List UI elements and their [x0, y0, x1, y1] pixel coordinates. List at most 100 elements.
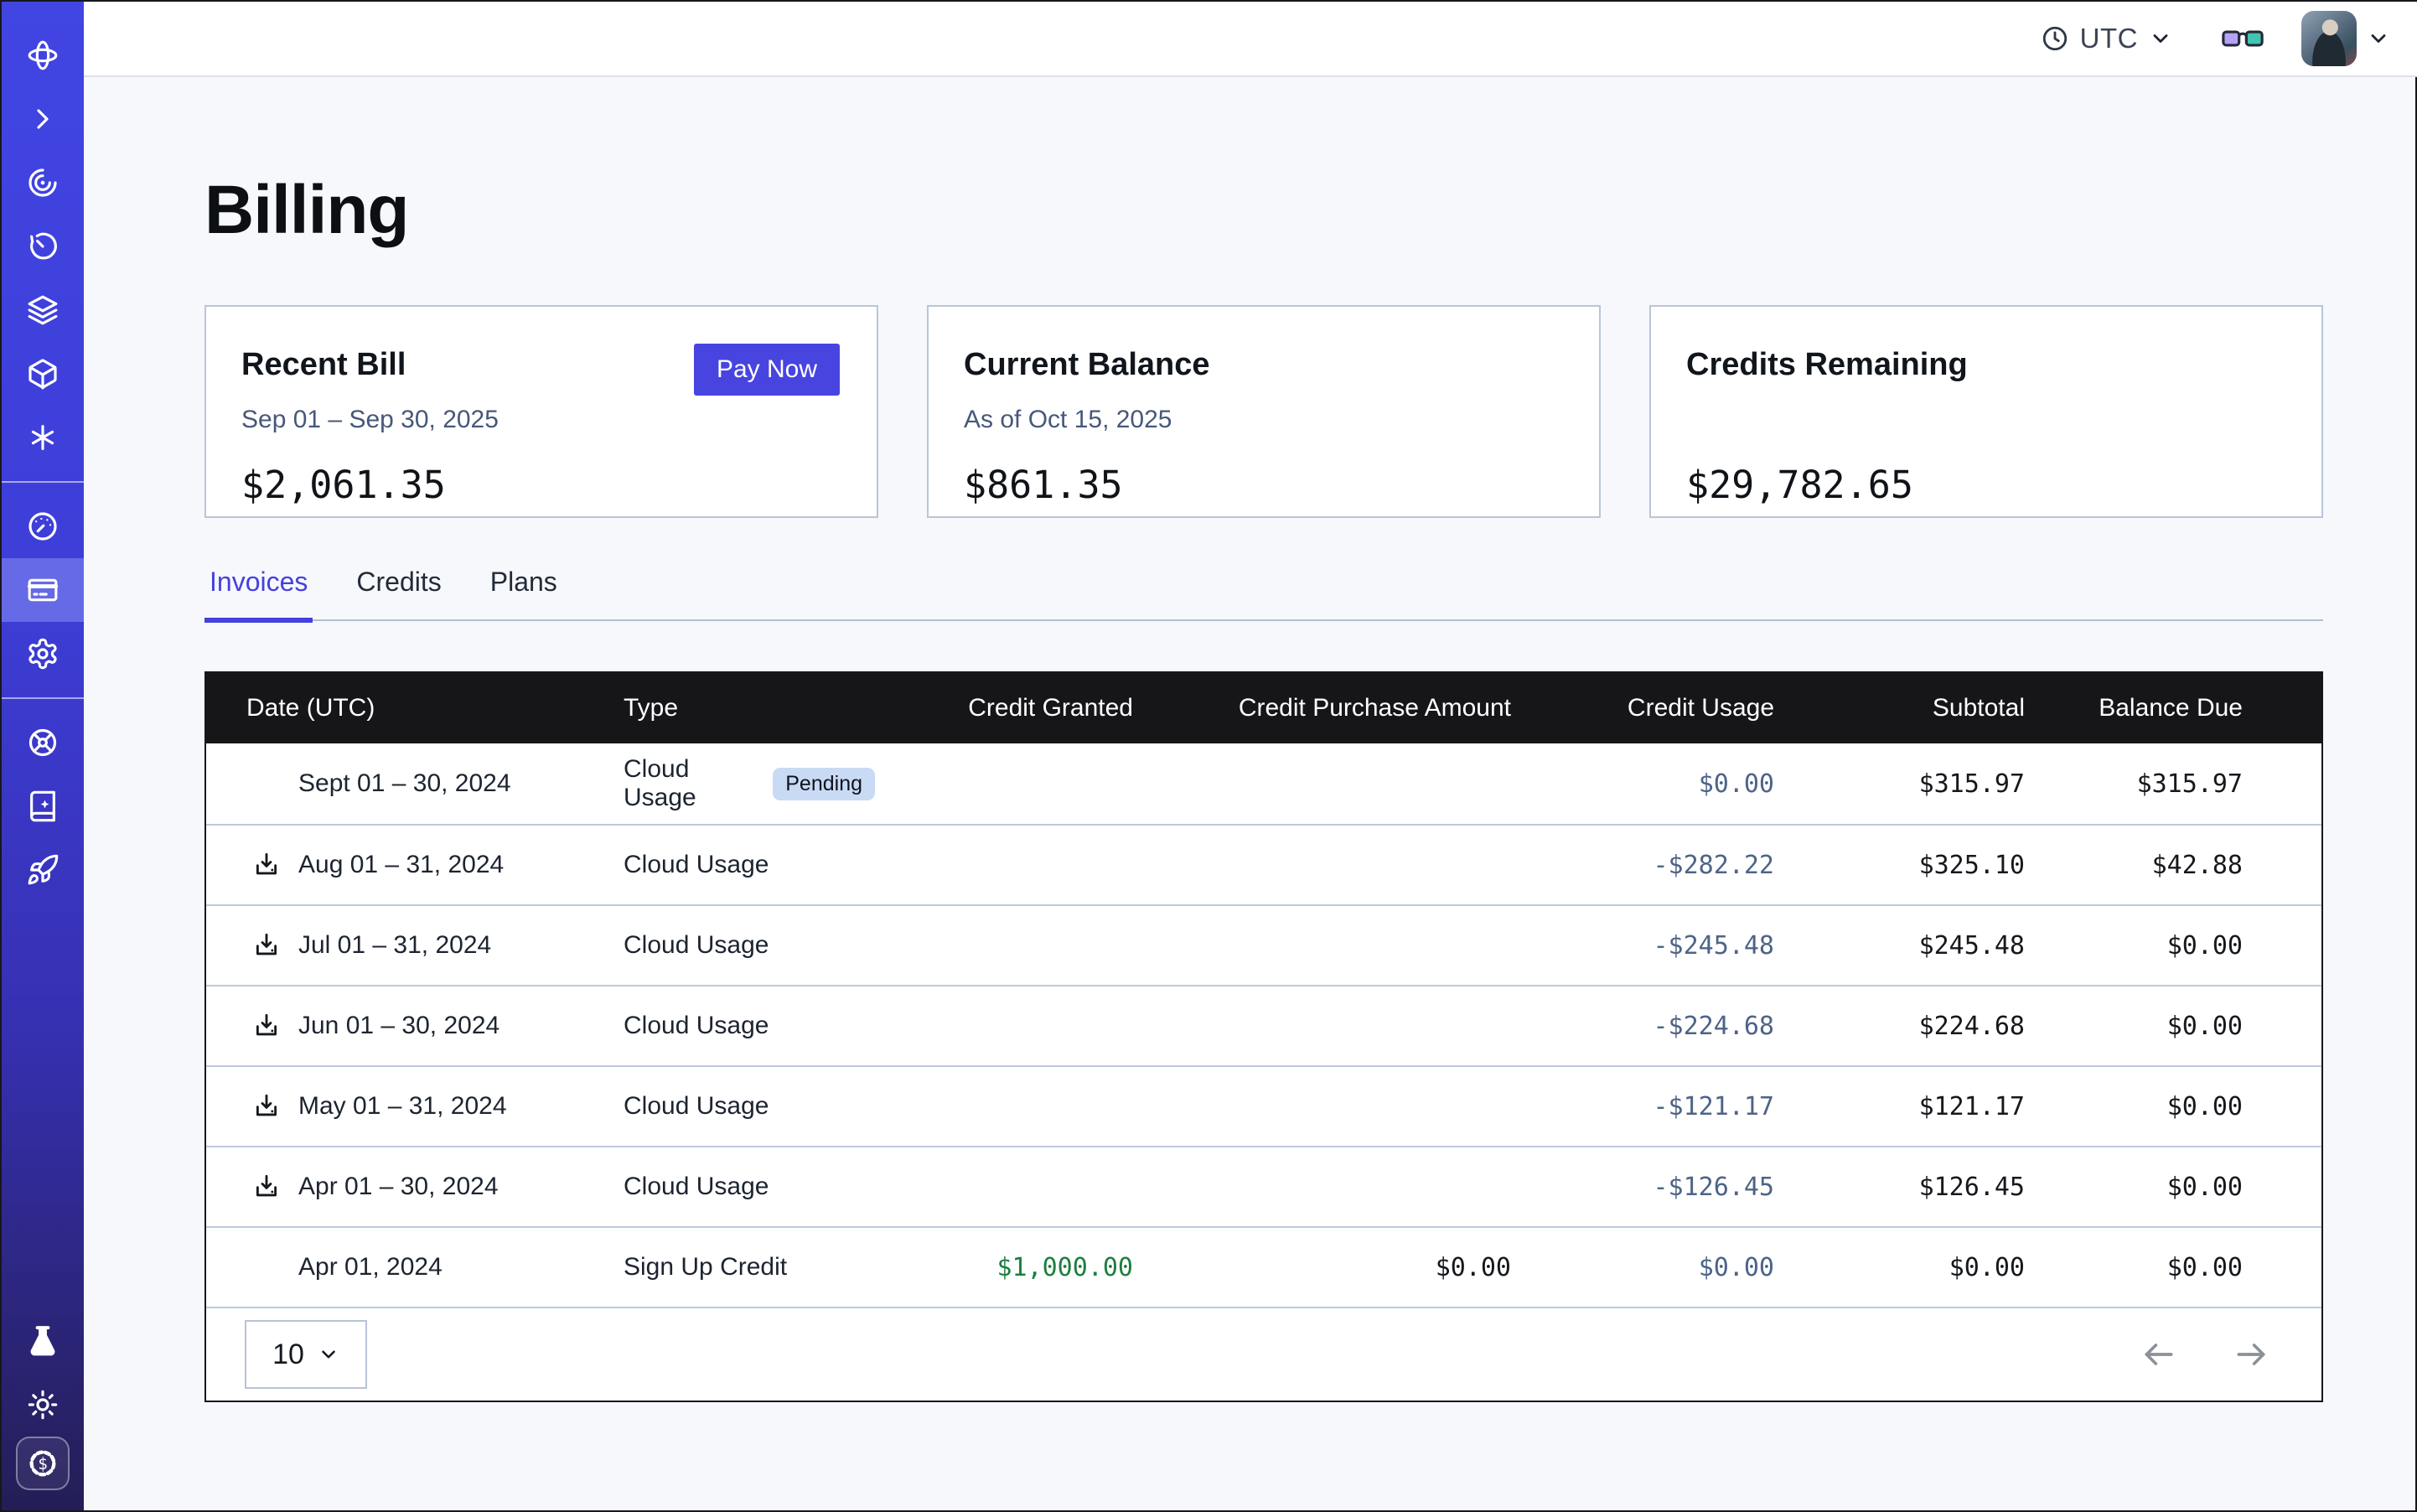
billing-summary-cards: Recent Bill Pay Now Sep 01 – Sep 30, 202…	[204, 305, 2323, 518]
empty-subtitle	[1686, 406, 2285, 441]
subtotal-value: $224.68	[1774, 1012, 2025, 1041]
helm-icon	[26, 726, 60, 759]
download-icon	[252, 1012, 281, 1040]
billing-period: Sep 01 – Sep 30, 2025	[241, 406, 840, 441]
sidebar-expand-chevron-icon[interactable]	[2, 87, 84, 151]
subtotal-value: $325.10	[1774, 851, 2025, 880]
credits-remaining-amount: $29,782.65	[1686, 463, 2285, 507]
invoices-table: Date (UTC) Type Credit Granted Credit Pu…	[204, 671, 2323, 1402]
table-header-row: Date (UTC) Type Credit Granted Credit Pu…	[206, 673, 2321, 743]
card-title: Credits Remaining	[1686, 347, 1968, 383]
glasses-icon	[2221, 25, 2264, 52]
sidebar: $	[2, 2, 84, 1510]
sidebar-item-layers[interactable]	[2, 278, 84, 342]
billing-card-icon	[26, 573, 60, 607]
invoice-date: Sept 01 – 30, 2024	[298, 769, 511, 798]
subtotal-value: $0.00	[1774, 1253, 2025, 1282]
sidebar-item-credits[interactable]: $	[16, 1437, 70, 1490]
theme-sun-icon	[26, 1388, 60, 1421]
credits-remaining-card: Credits Remaining $29,782.65	[1649, 305, 2323, 518]
tab-plans[interactable]: Plans	[485, 567, 562, 619]
credit-granted-value: $1,000.00	[875, 1253, 1133, 1282]
current-balance-card: Current Balance As of Oct 15, 2025 $861.…	[927, 305, 1601, 518]
credit-usage-value: -$282.22	[1511, 851, 1774, 880]
download-invoice-button[interactable]	[251, 1172, 282, 1202]
topbar: UTC	[84, 2, 2417, 77]
sidebar-item-billing[interactable]	[2, 558, 84, 622]
column-header-credit-usage: Credit Usage	[1511, 694, 1774, 722]
sidebar-item-labs[interactable]	[2, 1309, 84, 1373]
subtotal-value: $315.97	[1774, 769, 2025, 799]
invoice-type: Cloud Usage	[624, 1173, 769, 1201]
layers-icon	[26, 293, 60, 327]
next-page-button[interactable]	[2233, 1336, 2269, 1373]
balance-due-value: $0.00	[2025, 1092, 2321, 1121]
sidebar-item-settings[interactable]	[2, 622, 84, 686]
table-row: Jul 01 – 31, 2024 Cloud Usage -$245.48 $…	[206, 904, 2321, 985]
sidebar-item-usage[interactable]	[2, 495, 84, 558]
invoice-type: Cloud Usage	[624, 851, 769, 879]
timer-icon	[26, 230, 60, 263]
cube-icon	[26, 357, 60, 391]
prev-page-button[interactable]	[2140, 1336, 2177, 1373]
sidebar-item-services[interactable]	[2, 342, 84, 406]
table-row: Aug 01 – 31, 2024 Cloud Usage -$282.22 $…	[206, 824, 2321, 904]
column-header-balance-due: Balance Due	[2025, 694, 2321, 722]
timezone-label: UTC	[2080, 23, 2138, 54]
app-logo-orbit-icon[interactable]	[2, 23, 84, 87]
credit-usage-value: -$245.48	[1511, 931, 1774, 961]
sidebar-item-traces[interactable]	[2, 151, 84, 215]
svg-text:$: $	[38, 1454, 48, 1473]
chevron-down-icon	[2149, 27, 2172, 50]
download-invoice-button[interactable]	[251, 850, 282, 880]
app-window: $ UTC Billing	[0, 0, 2417, 1512]
balance-due-value: $315.97	[2025, 769, 2321, 799]
balance-due-value: $42.88	[2025, 851, 2321, 880]
sidebar-item-functions[interactable]	[2, 406, 84, 469]
credit-purchase-value: $0.00	[1133, 1253, 1511, 1282]
download-icon	[252, 851, 281, 879]
user-avatar	[2301, 11, 2357, 66]
sidebar-item-support[interactable]	[2, 711, 84, 774]
table-row: Jun 01 – 30, 2024 Cloud Usage -$224.68 $…	[206, 985, 2321, 1065]
sidebar-item-getting-started[interactable]	[2, 838, 84, 902]
balance-due-value: $0.00	[2025, 1253, 2321, 1282]
invoice-type: Cloud Usage	[624, 931, 769, 960]
sidebar-item-docs[interactable]	[2, 774, 84, 838]
balance-due-value: $0.00	[2025, 1012, 2321, 1041]
column-header-date: Date (UTC)	[206, 694, 624, 722]
column-header-type: Type	[624, 694, 875, 722]
sidebar-divider	[2, 481, 84, 483]
balance-as-of: As of Oct 15, 2025	[964, 406, 1562, 441]
invoice-type: Cloud Usage	[624, 755, 758, 812]
pay-now-button[interactable]: Pay Now	[694, 344, 840, 396]
recent-bill-amount: $2,061.35	[241, 463, 840, 507]
download-invoice-button[interactable]	[251, 1091, 282, 1121]
subtotal-value: $245.48	[1774, 931, 2025, 961]
invoice-type: Cloud Usage	[624, 1012, 769, 1040]
timezone-selector[interactable]: UTC	[2041, 23, 2172, 54]
chevron-down-icon	[2367, 27, 2390, 50]
tab-invoices[interactable]: Invoices	[204, 567, 313, 623]
download-icon	[252, 1092, 281, 1121]
main-content: Billing Recent Bill Pay Now Sep 01 – Sep…	[84, 77, 2417, 1510]
reader-mode-button[interactable]	[2221, 25, 2264, 52]
table-row: May 01 – 31, 2024 Cloud Usage -$121.17 $…	[206, 1065, 2321, 1146]
table-row: Apr 01 – 30, 2024 Cloud Usage -$126.45 $…	[206, 1146, 2321, 1226]
download-invoice-button[interactable]	[251, 930, 282, 961]
recent-bill-card: Recent Bill Pay Now Sep 01 – Sep 30, 202…	[204, 305, 878, 518]
download-invoice-button[interactable]	[251, 1011, 282, 1041]
sidebar-item-timer[interactable]	[2, 215, 84, 278]
sidebar-item-theme[interactable]	[2, 1373, 84, 1437]
column-header-credit-granted: Credit Granted	[875, 694, 1133, 722]
page-size-select[interactable]: 10	[245, 1320, 367, 1389]
rocket-icon	[26, 853, 60, 887]
invoice-date: May 01 – 31, 2024	[298, 1092, 507, 1121]
clock-icon	[2041, 24, 2069, 53]
account-menu[interactable]	[2301, 11, 2390, 66]
tab-credits[interactable]: Credits	[351, 567, 446, 619]
card-title: Current Balance	[964, 347, 1210, 383]
docs-book-icon	[26, 790, 60, 823]
subtotal-value: $121.17	[1774, 1092, 2025, 1121]
column-header-credit-purchase: Credit Purchase Amount	[1133, 694, 1511, 722]
